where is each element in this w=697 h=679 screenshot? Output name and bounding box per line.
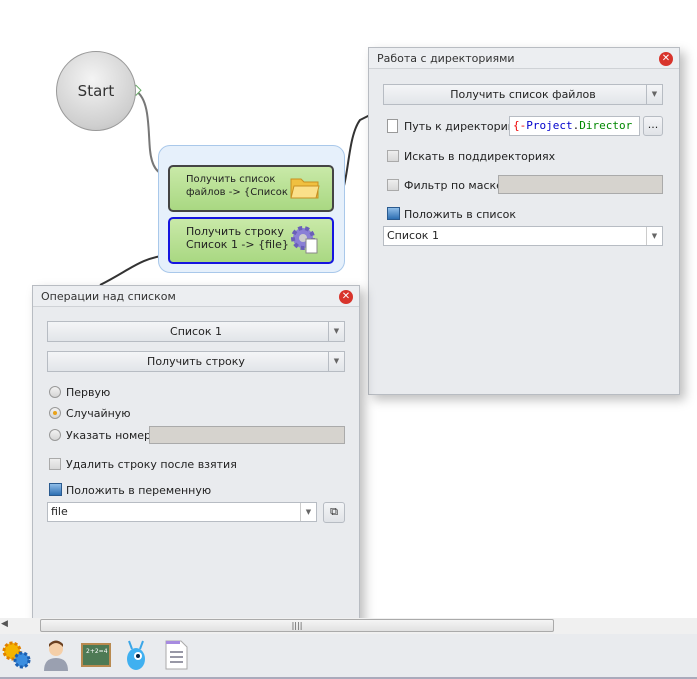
copy-icon: ⧉ (330, 505, 338, 518)
panel-title: Операции над списком (33, 286, 359, 307)
remove-label: Удалить строку после взятия (66, 458, 237, 471)
list-dropdown[interactable]: Список 1 ▼ (47, 321, 345, 342)
radio-label: Случайную (66, 407, 131, 420)
node-get-file-list[interactable]: Получить список файлов -> {Список 1} (168, 165, 334, 212)
variable-combo[interactable]: file ▼ (47, 502, 317, 522)
save-list-combo[interactable]: Список 1 ▼ (383, 226, 663, 246)
path-brace: {- (513, 119, 527, 132)
folder-icon (290, 178, 320, 199)
copy-button[interactable]: ⧉ (323, 502, 345, 523)
gear-document-icon (291, 226, 318, 254)
close-icon[interactable]: ✕ (339, 290, 353, 304)
chevron-down-icon: ▼ (646, 85, 662, 104)
start-node[interactable]: Start (56, 51, 136, 131)
combo-value: file (51, 505, 68, 518)
number-input[interactable] (149, 426, 345, 444)
save-label: Положить в список (404, 208, 516, 221)
panel-title: Работа с директориями (369, 48, 679, 69)
start-label: Start (77, 82, 115, 100)
chevron-down-icon: ▼ (328, 322, 344, 341)
dropdown-value: Получить строку (147, 355, 245, 368)
toolbar: 2+2=4 (0, 634, 697, 679)
directory-panel: Работа с директориями ✕ Получить список … (368, 47, 680, 395)
save-icon (49, 483, 62, 496)
path-project: Project (526, 119, 573, 132)
radio-label: Первую (66, 386, 111, 399)
subdirs-label: Искать в поддиректориях (404, 150, 556, 163)
list-document-icon[interactable] (160, 638, 192, 672)
radio-random[interactable] (49, 407, 61, 419)
scroll-left-icon[interactable]: ◀ (1, 619, 8, 629)
action-dropdown[interactable]: Получить список файлов ▼ (383, 84, 663, 105)
list-panel: Операции над списком ✕ Список 1 ▼ Получит… (32, 285, 360, 625)
chevron-down-icon: ▼ (300, 503, 316, 521)
radio-label: Указать номер (66, 429, 152, 442)
action-dropdown[interactable]: Получить строку ▼ (47, 351, 345, 372)
path-label: Путь к директории (404, 120, 515, 133)
radio-number[interactable] (49, 429, 61, 441)
close-icon[interactable]: ✕ (659, 52, 673, 66)
path-input[interactable]: {-Project.Director (509, 116, 640, 136)
dropdown-value: Получить список файлов (450, 88, 596, 101)
save-label: Положить в переменную (66, 484, 212, 497)
chevron-down-icon: ▼ (328, 352, 344, 371)
dropdown-value: Список 1 (170, 325, 222, 338)
mask-label: Фильтр по маске (404, 179, 503, 192)
save-icon (387, 207, 400, 220)
node-get-string[interactable]: Получить строку Список 1 -> {file} (168, 217, 334, 264)
bug-monster-icon[interactable] (120, 638, 152, 672)
document-icon (387, 119, 398, 133)
browse-button[interactable]: ... (643, 116, 663, 136)
path-directory: Director (579, 119, 633, 132)
combo-value: Список 1 (387, 229, 439, 242)
subdirs-checkbox[interactable] (387, 150, 399, 162)
svg-text:2+2=4: 2+2=4 (86, 648, 108, 655)
gears-icon[interactable] (0, 638, 32, 672)
user-icon[interactable] (40, 638, 72, 672)
remove-checkbox[interactable] (49, 458, 61, 470)
scrollbar-thumb[interactable]: |||| (40, 619, 554, 632)
mask-input[interactable] (498, 175, 663, 194)
mask-checkbox[interactable] (387, 179, 399, 191)
chevron-down-icon: ▼ (646, 227, 662, 245)
chalkboard-icon[interactable]: 2+2=4 (80, 638, 112, 672)
radio-first[interactable] (49, 386, 61, 398)
